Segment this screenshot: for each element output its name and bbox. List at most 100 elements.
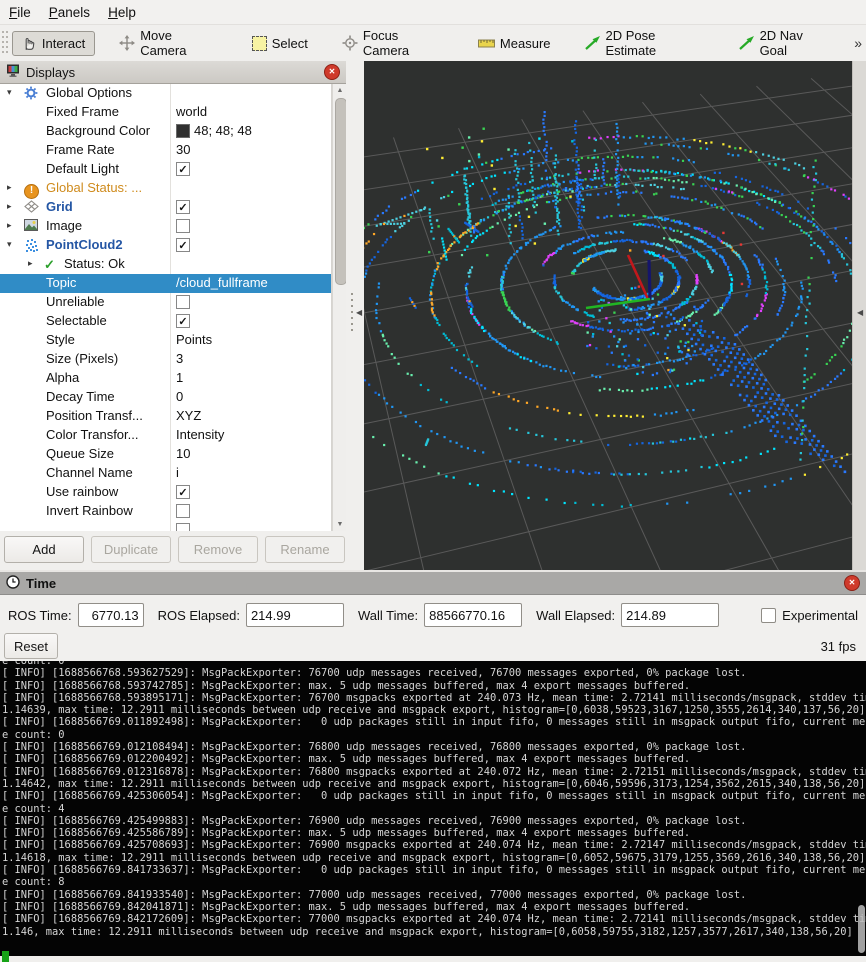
time-field-ros-elapsed[interactable]: 214.99 [246,603,344,627]
reset-button[interactable]: Reset [4,633,58,659]
tree-row-value[interactable]: Intensity [176,427,224,442]
terminal-scrollbar[interactable] [858,905,865,953]
tree-row-global-status-[interactable]: ▸!Global Status: ... [0,179,331,198]
tool-move-camera[interactable]: Move Camera [109,23,228,63]
tree-row-use-rainbow[interactable]: Use rainbow✓ [0,483,331,502]
checkbox-checked[interactable]: ✓ [176,162,190,176]
tree-row-color-transfor-[interactable]: Color Transfor...Intensity [0,426,331,445]
tree-row-value[interactable]: 3 [176,351,183,366]
menu-item-file[interactable]: File [0,3,40,22]
tree-row-style[interactable]: StylePoints [0,331,331,350]
tree-row-channel-name[interactable]: Channel Namei [0,464,331,483]
tree-row-position-transf-[interactable]: Position Transf...XYZ [0,407,331,426]
tree-row-value[interactable]: XYZ [176,408,201,423]
tree-row-label: Image [46,218,82,233]
checkbox-checked[interactable]: ✓ [176,485,190,499]
tool-interact[interactable]: Interact [12,31,95,56]
tool-focus-camera[interactable]: Focus Camera [332,23,454,63]
pointcloud-render[interactable] [364,61,852,570]
tree-row-value[interactable]: ✓ [176,484,190,499]
checkbox-checked[interactable]: ✓ [176,200,190,214]
chevron-right-icon[interactable]: ▸ [28,258,33,269]
checkbox-unchecked[interactable] [176,504,190,518]
tree-row-unreliable[interactable]: Unreliable [0,293,331,312]
tree-row-status-ok[interactable]: ▸✓Status: Ok [0,255,331,274]
gear-icon [24,86,38,103]
tree-row-value[interactable] [176,522,190,531]
right-collapsed-panel[interactable]: ◀ [852,61,866,570]
tree-row-selectable[interactable]: Selectable✓ [0,312,331,331]
log-line: e count: 0 [0,729,866,741]
tree-row-value[interactable]: ✓ [176,237,190,252]
tree-row-blank[interactable] [0,521,331,531]
checkbox-checked[interactable]: ✓ [176,238,190,252]
scroll-up-icon[interactable]: ▲ [333,84,347,97]
tree-row-value[interactable]: 10 [176,446,190,461]
tool-measure[interactable]: Measure [468,31,561,56]
tree-row-invert-rainbow[interactable]: Invert Rainbow [0,502,331,521]
menu-item-panels[interactable]: Panels [40,3,99,22]
tool-2d-pose-estimate[interactable]: 2D Pose Estimate [575,23,715,63]
chevron-down-icon[interactable]: ▾ [7,239,12,250]
displays-panel-header[interactable]: Displays ✕ [0,61,346,84]
tree-row-queue-size[interactable]: Queue Size10 [0,445,331,464]
tree-row-value[interactable]: 48; 48; 48 [176,123,252,138]
time-panel-header[interactable]: Time ✕ [0,572,866,595]
checkbox-unchecked[interactable] [176,219,190,233]
tree-row-value[interactable]: 0 [176,389,183,404]
collapse-left-icon[interactable]: ◀ [356,308,362,317]
checkbox-checked[interactable]: ✓ [176,314,190,328]
displays-tree-scrollbar[interactable]: ▲ ▼ [332,84,347,531]
experimental-checkbox[interactable] [761,608,776,623]
tree-row-topic[interactable]: Topic/cloud_fullframe [0,274,331,293]
tree-row-image[interactable]: ▸ Image [0,217,331,236]
tree-row-value[interactable]: 30 [176,142,190,157]
collapse-right-icon[interactable]: ◀ [857,308,863,317]
scroll-down-icon[interactable]: ▼ [333,518,347,531]
tree-row-background-color[interactable]: Background Color48; 48; 48 [0,122,331,141]
tree-row-label: Unreliable [46,294,105,309]
tree-row-value[interactable]: world [176,104,207,119]
tree-row-pointcloud2[interactable]: ▾PointCloud2✓ [0,236,331,255]
chevron-right-icon[interactable]: ▸ [7,220,12,231]
chevron-down-icon[interactable]: ▾ [7,87,12,98]
tree-row-value[interactable]: ✓ [176,199,190,214]
tree-row-frame-rate[interactable]: Frame Rate30 [0,141,331,160]
3d-viewport[interactable] [364,61,852,570]
tree-row-value[interactable]: i [176,465,179,480]
checkbox-unchecked[interactable] [176,523,190,531]
toolbar-overflow-button[interactable]: » [854,35,862,51]
menu-item-help[interactable]: Help [99,3,145,22]
tree-row-alpha[interactable]: Alpha 1 [0,369,331,388]
splitter-handle[interactable] [351,293,354,333]
tree-row-value[interactable] [176,218,190,233]
time-field-ros-time[interactable]: 6770.13 [78,603,144,627]
tree-row-value[interactable]: Points [176,332,212,347]
checkbox-unchecked[interactable] [176,295,190,309]
chevron-right-icon[interactable]: ▸ [7,201,12,212]
chevron-right-icon[interactable]: ▸ [7,182,12,193]
time-field-wall-time[interactable]: 88566770.16 [424,603,522,627]
tree-row-value[interactable]: /cloud_fullframe [176,275,268,290]
toolbar-drag-handle[interactable] [2,31,9,55]
tree-row-fixed-frame[interactable]: Fixed Frameworld [0,103,331,122]
time-close-icon[interactable]: ✕ [844,575,860,591]
tree-row-value[interactable]: 1 [176,370,183,385]
tree-row-size-pixels-[interactable]: Size (Pixels)3 [0,350,331,369]
left-splitter[interactable]: ◀ [346,61,364,570]
tool-2d-nav-goal[interactable]: 2D Nav Goal [729,23,841,63]
tree-row-label: Alpha [46,370,79,385]
tree-row-value[interactable]: ✓ [176,161,190,176]
tree-row-decay-time[interactable]: Decay Time0 [0,388,331,407]
time-field-wall-elapsed[interactable]: 214.89 [621,603,719,627]
tree-row-value[interactable] [176,294,190,309]
tree-row-value[interactable]: ✓ [176,313,190,328]
tree-row-default-light[interactable]: Default Light✓ [0,160,331,179]
add-button[interactable]: Add [4,536,84,563]
tool-select[interactable]: Select [242,31,318,56]
tree-row-value[interactable] [176,503,190,518]
tree-row-grid[interactable]: ▸Grid✓ [0,198,331,217]
displays-close-icon[interactable]: ✕ [324,64,340,80]
terminal-log[interactable]: e count: 0[ INFO] [1688566768.593627529]… [0,661,866,956]
tree-row-global-options[interactable]: ▾Global Options [0,84,331,103]
